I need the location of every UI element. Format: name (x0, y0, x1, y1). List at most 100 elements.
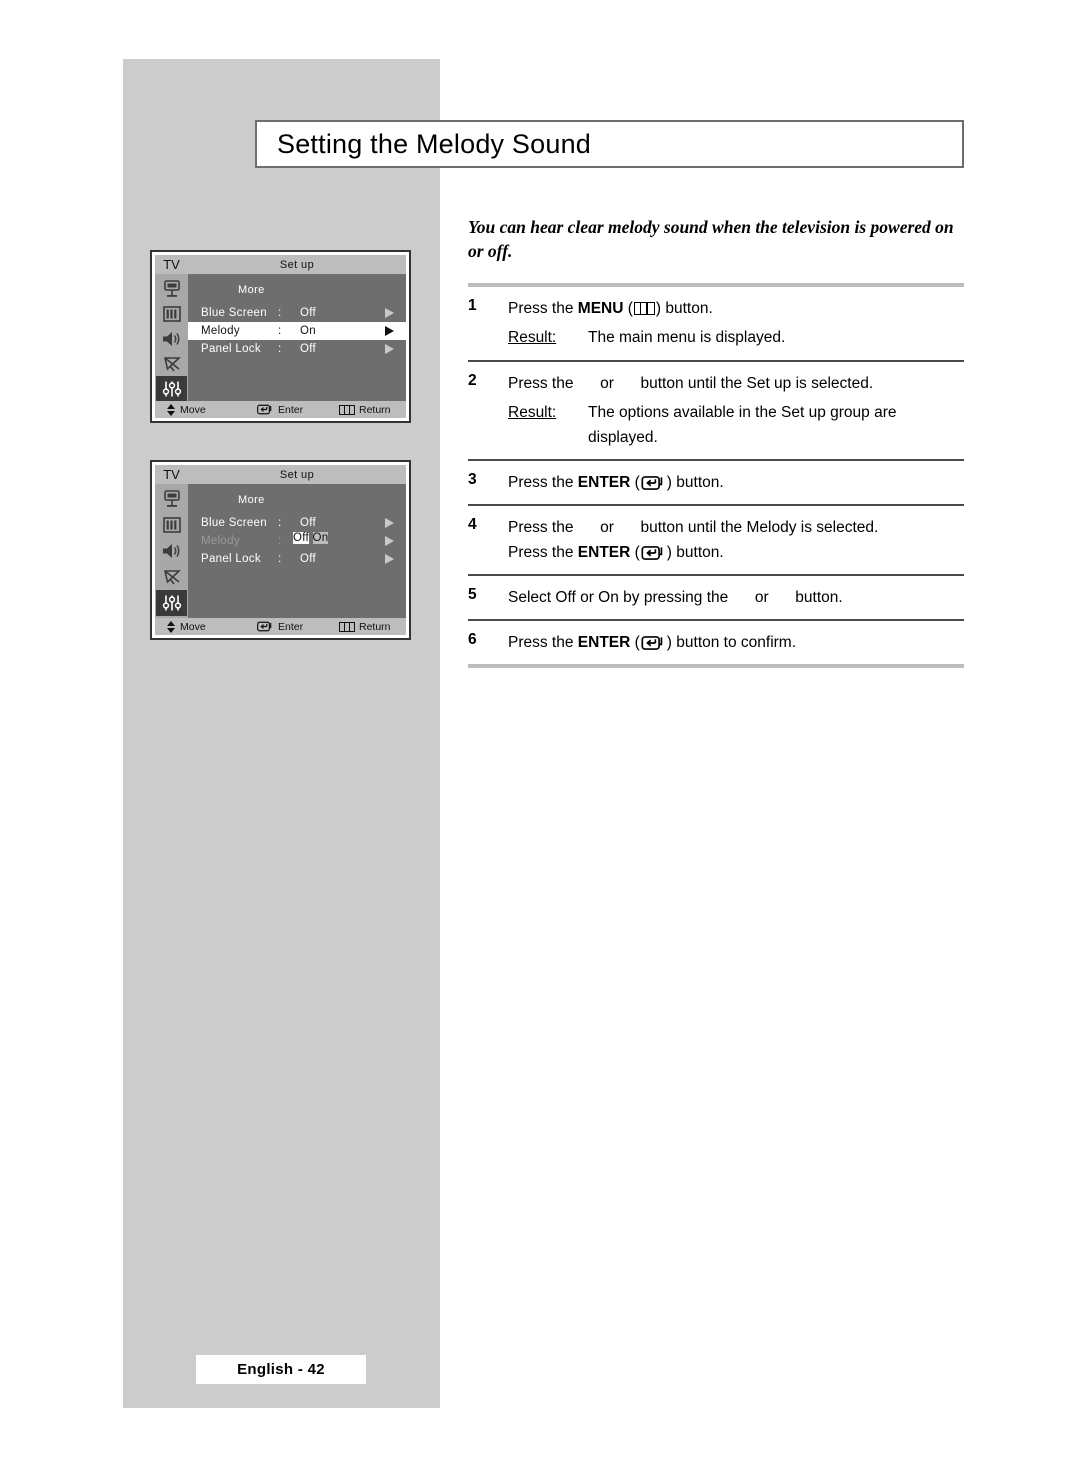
step-1: 1 Press the MENU () button. Result: The … (468, 287, 964, 359)
setup-icon[interactable] (156, 590, 187, 616)
step-result: Result: The options available in the Set… (508, 400, 964, 450)
step-body: Select Off or On by pressing the or butt… (508, 585, 964, 610)
satellite-icon[interactable] (156, 351, 187, 376)
osd-row-value: Off (300, 343, 317, 355)
step-text-pre: Press the (508, 374, 578, 392)
step-keyword: ENTER (577, 634, 631, 652)
tuner-icon[interactable] (156, 276, 187, 301)
osd-footer: Move Enter Return (155, 401, 406, 418)
step-line: Press the ENTER () button. (508, 473, 724, 491)
divider-bottom (468, 664, 964, 669)
step-text-post-2: button. (671, 544, 724, 562)
result-text: The options available in the Set up grou… (588, 403, 897, 446)
chevron-right-icon (385, 554, 394, 564)
osd-row-blue-screen[interactable]: Blue Screen : Off (188, 514, 406, 532)
up-down-arrow-icon (167, 403, 176, 416)
osd-row-value: Off (300, 553, 317, 565)
page-title: Setting the Melody Sound (277, 128, 592, 159)
picture-icon[interactable] (156, 512, 187, 538)
osd-row-label: Panel Lock (201, 553, 261, 565)
osd-row-label: Blue Screen (201, 517, 267, 529)
osd-row-value: On (300, 325, 316, 337)
osd-icon-rail (155, 274, 188, 401)
step-body: Press the ENTER () button. (508, 470, 964, 495)
chevron-right-icon (385, 344, 394, 354)
osd-row-colon: : (278, 553, 282, 565)
osd-footer-move: Move (167, 620, 257, 633)
dropdown-option-off[interactable]: Off (293, 532, 310, 544)
step-text-post: button. (661, 300, 713, 318)
osd-inner: TV Set up More Blue Screen: Off Melody … (155, 465, 406, 635)
osd-header-title: Set up (279, 468, 315, 481)
step-line: Press the or button until the Melody is … (508, 515, 964, 540)
step-number: 6 (468, 631, 477, 649)
satellite-icon[interactable] (156, 564, 187, 590)
osd-footer: Move Enter Return (155, 618, 406, 635)
step-text-mid: or (595, 518, 619, 536)
step-number: 1 (468, 297, 477, 315)
osd-screenshot-melody-dropdown: TV Set up More Blue Screen: Off Melody … (150, 460, 411, 640)
step-body: Press the MENU () button. Result: The ma… (508, 296, 964, 350)
osd-row-blue-screen[interactable]: Blue Screen : Off (188, 304, 406, 322)
osd-row-melody[interactable]: Melody : On (188, 322, 406, 340)
osd-row-colon: : (278, 325, 282, 337)
osd-tv-label: TV (163, 467, 180, 482)
osd-row-label: Melody (201, 535, 240, 547)
result-text: The main menu is displayed. (588, 329, 786, 347)
step-5: 5 Select Off or On by pressing the or bu… (468, 576, 964, 619)
osd-row-panel-lock[interactable]: Panel Lock : Off (188, 340, 406, 358)
step-text-post: button. (671, 473, 724, 491)
osd-icon-rail (155, 484, 188, 618)
osd-row-colon: : (278, 307, 282, 319)
step-text-post: button. (790, 589, 843, 607)
chevron-right-icon (385, 518, 394, 528)
step-line-2: Press the ENTER () button. (508, 544, 724, 562)
step-text-pre: Press the (508, 473, 578, 491)
osd-footer-enter-label: Enter (278, 403, 304, 416)
setup-icon[interactable] (156, 376, 187, 401)
osd-row-colon: : (278, 517, 282, 529)
enter-icon (641, 636, 663, 651)
osd-main-1: More Blue Screen : Off Melody : On Panel… (188, 274, 406, 401)
osd-header: TV Set up (155, 465, 406, 484)
chevron-right-icon (385, 326, 394, 336)
result-label: Result: (508, 329, 557, 347)
osd-header-title: Set up (279, 258, 315, 271)
step-keyword: MENU (577, 300, 624, 318)
step-text-mid: or (750, 589, 773, 607)
osd-footer-move-label: Move (180, 403, 206, 416)
step-body: Press the ENTER () button to confirm. (508, 630, 964, 655)
dropdown-option-on[interactable]: On (312, 532, 329, 544)
osd-row-colon: : (278, 343, 282, 355)
osd-footer-move-label: Move (180, 620, 206, 633)
step-6: 6 Press the ENTER () button to confirm. (468, 621, 964, 664)
up-down-arrow-icon (167, 620, 176, 633)
osd-tv-label: TV (163, 257, 180, 272)
osd-main-2: More Blue Screen : Off Melody : Off On P… (188, 484, 406, 618)
osd-row-label: Panel Lock (201, 343, 261, 355)
sound-icon[interactable] (156, 538, 187, 564)
step-text-pre: Select Off or On by pressing the (508, 589, 733, 607)
picture-icon[interactable] (156, 301, 187, 326)
osd-footer-return: Return (339, 404, 391, 416)
step-result: Result: The main menu is displayed. (508, 325, 964, 350)
step-number: 4 (468, 515, 477, 533)
step-line: Press the MENU () button. (508, 300, 713, 318)
step-text-mid: or (595, 374, 619, 392)
step-keyword: ENTER (577, 473, 631, 491)
osd-footer-enter: Enter (257, 404, 339, 416)
osd-row-label: Blue Screen (201, 307, 267, 319)
step-line: Press the or button until the Set up is … (508, 371, 964, 396)
intro-paragraph: You can hear clear melody sound when the… (468, 217, 954, 262)
step-text-post: button to confirm. (671, 634, 797, 652)
page-title-box: Setting the Melody Sound (255, 120, 964, 168)
osd-row-melody[interactable]: Melody : Off On (188, 532, 406, 550)
osd-body: More Blue Screen : Off Melody : On Panel… (155, 274, 406, 401)
osd-row-panel-lock[interactable]: Panel Lock : Off (188, 550, 406, 568)
instructions-column: You can hear clear melody sound when the… (468, 215, 964, 669)
melody-dropdown[interactable]: Off On (293, 532, 396, 545)
tuner-icon[interactable] (156, 486, 187, 512)
menu-icon (633, 302, 655, 316)
step-number: 3 (468, 470, 477, 488)
sound-icon[interactable] (156, 326, 187, 351)
